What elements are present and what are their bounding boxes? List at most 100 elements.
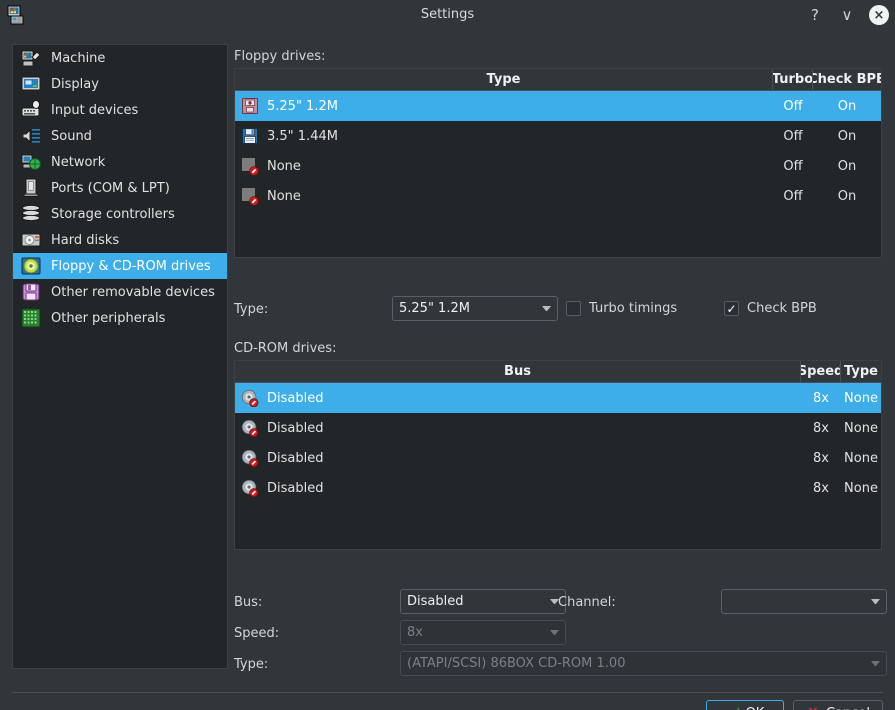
ok-button[interactable]: OK xyxy=(705,700,784,710)
cancel-button[interactable]: Cancel xyxy=(792,700,883,710)
sidebar-item-label: Machine xyxy=(51,50,106,66)
floppy-drives-table[interactable]: TypeTurboCheck BPB5.25" 1.2MOffOn3.5" 1.… xyxy=(234,68,882,258)
floppy-row-main-cell: 5.25" 1.2M xyxy=(235,91,773,121)
peripherals-icon xyxy=(21,308,43,328)
sidebar-item-storage-controllers[interactable]: Storage controllers xyxy=(13,201,227,227)
chevron-down-icon[interactable]: ∨ xyxy=(837,5,857,25)
sidebar-item-label: Display xyxy=(51,76,99,92)
sidebar-item-label: Other removable devices xyxy=(51,284,215,300)
sidebar-item-machine[interactable]: Machine xyxy=(13,45,227,71)
hard-disks-icon xyxy=(21,230,43,250)
cdrom-bus-value: Disabled xyxy=(407,594,464,609)
floppy-row-bpb-cell: On xyxy=(837,188,857,204)
chevron-down-icon xyxy=(542,306,551,311)
cdrom-speed-dropdown[interactable]: 8x xyxy=(400,620,566,645)
table-row[interactable]: Disabled 8x None xyxy=(235,473,881,503)
settings-window: Settings ? ∨ × Machine Display Input devic… xyxy=(0,0,895,710)
cdrom-row-main-cell: Disabled xyxy=(235,383,801,413)
floppy-525-icon xyxy=(241,97,259,115)
removable-devices-icon xyxy=(21,282,43,302)
cdrom-type-value: (ATAPI/SCSI) 86BOX CD-ROM 1.00 xyxy=(407,656,626,671)
cancel-button-label: Cancel xyxy=(826,706,870,710)
sidebar-item-label: Input devices xyxy=(51,102,139,118)
cdrom-row-label: Disabled xyxy=(267,480,324,496)
sidebar-item-ports-com-lpt[interactable]: Ports (COM & LPT) xyxy=(13,175,227,201)
cdrom-row-main-cell: Disabled xyxy=(235,443,801,473)
floppy-section-label: Floppy drives: xyxy=(234,49,326,64)
cdrom-disabled-icon xyxy=(241,479,259,497)
footer-separator xyxy=(12,692,883,693)
machine-icon xyxy=(21,48,43,68)
cdrom-column-header[interactable]: Speed xyxy=(801,361,841,382)
floppy-type-value: 5.25" 1.2M xyxy=(399,301,470,316)
sidebar-item-label: Ports (COM & LPT) xyxy=(51,180,170,196)
chevron-down-icon xyxy=(871,661,880,666)
cdrom-channel-dropdown[interactable] xyxy=(721,589,887,614)
floppy-row-main-cell: 3.5" 1.44M xyxy=(235,121,773,151)
turbo-timings-checkbox[interactable]: Turbo timings xyxy=(566,301,677,316)
sidebar-item-hard-disks[interactable]: Hard disks xyxy=(13,227,227,253)
sidebar-item-label: Floppy & CD-ROM drives xyxy=(51,258,211,274)
checkbox-box xyxy=(566,301,581,316)
sidebar-item-floppy-cd-rom-drives[interactable]: Floppy & CD-ROM drives xyxy=(13,253,227,279)
sidebar-item-input-devices[interactable]: Input devices xyxy=(13,97,227,123)
sidebar-item-label: Other peripherals xyxy=(51,310,166,326)
dialog-body: Machine Display Input devices Sound Network P… xyxy=(0,30,895,710)
cdrom-table-header: BusSpeedType xyxy=(235,361,881,383)
close-icon[interactable]: × xyxy=(869,5,889,25)
sound-icon xyxy=(21,126,43,146)
cdrom-column-header[interactable]: Bus xyxy=(235,361,801,382)
floppy-row-main-cell: None xyxy=(235,151,773,181)
red-x-icon xyxy=(808,707,818,710)
floppy-column-header[interactable]: Turbo xyxy=(773,69,813,90)
cdrom-drives-table[interactable]: BusSpeedType Disabled 8x None Disabled 8x None… xyxy=(234,360,882,550)
ports-icon xyxy=(21,178,43,198)
floppy-column-header[interactable]: Check BPB xyxy=(813,69,881,90)
cdrom-bus-dropdown[interactable]: Disabled xyxy=(400,589,566,614)
cdrom-row-label: Disabled xyxy=(267,450,324,466)
cdrom-row-type-cell: None xyxy=(844,420,878,436)
cdrom-row-speed-cell: 8x xyxy=(813,390,829,406)
ok-button-label: OK xyxy=(746,706,765,710)
none-icon xyxy=(241,157,259,175)
title-bar: Settings ? ∨ × xyxy=(0,0,895,30)
cdrom-row-main-cell: Disabled xyxy=(235,473,801,503)
sidebar-item-other-removable-devices[interactable]: Other removable devices xyxy=(13,279,227,305)
check-bpb-label: Check BPB xyxy=(747,301,817,316)
floppy-row-bpb-cell: On xyxy=(837,98,857,114)
cdrom-row-main-cell: Disabled xyxy=(235,413,801,443)
window-controls: ? ∨ × xyxy=(805,0,889,30)
cdrom-row-label: Disabled xyxy=(267,420,324,436)
cdrom-row-type-cell: None xyxy=(844,450,878,466)
cdrom-type-dropdown[interactable]: (ATAPI/SCSI) 86BOX CD-ROM 1.00 xyxy=(400,651,887,676)
help-button[interactable]: ? xyxy=(805,5,825,25)
floppy-type-dropdown[interactable]: 5.25" 1.2M xyxy=(392,296,558,321)
table-row[interactable]: 5.25" 1.2M Off On xyxy=(235,91,881,121)
sidebar-item-label: Hard disks xyxy=(51,232,120,248)
input-devices-icon xyxy=(21,100,43,120)
none-icon xyxy=(241,187,259,205)
sidebar-item-display[interactable]: Display xyxy=(13,71,227,97)
sidebar-item-sound[interactable]: Sound xyxy=(13,123,227,149)
table-row[interactable]: Disabled 8x None xyxy=(235,383,881,413)
floppy-row-turbo-cell: Off xyxy=(783,188,803,204)
table-row[interactable]: Disabled 8x None xyxy=(235,413,881,443)
floppy-row-label: None xyxy=(267,158,301,174)
table-row[interactable]: None Off On xyxy=(235,181,881,211)
floppy-row-label: 5.25" 1.2M xyxy=(267,98,338,114)
table-row[interactable]: None Off On xyxy=(235,151,881,181)
settings-category-list[interactable]: Machine Display Input devices Sound Network P… xyxy=(12,44,228,669)
floppy-column-header[interactable]: Type xyxy=(235,69,773,90)
table-row[interactable]: 3.5" 1.44M Off On xyxy=(235,121,881,151)
sidebar-item-network[interactable]: Network xyxy=(13,149,227,175)
floppy-row-label: None xyxy=(267,188,301,204)
window-title: Settings xyxy=(420,7,475,22)
cdrom-column-header[interactable]: Type xyxy=(841,361,881,382)
sidebar-item-other-peripherals[interactable]: Other peripherals xyxy=(13,305,227,331)
display-icon xyxy=(21,74,43,94)
cdrom-row-speed-cell: 8x xyxy=(813,450,829,466)
check-bpb-checkbox[interactable]: ✓ Check BPB xyxy=(724,301,817,316)
dialog-buttons: OK Cancel xyxy=(705,700,883,710)
cdrom-row-label: Disabled xyxy=(267,390,324,406)
table-row[interactable]: Disabled 8x None xyxy=(235,443,881,473)
